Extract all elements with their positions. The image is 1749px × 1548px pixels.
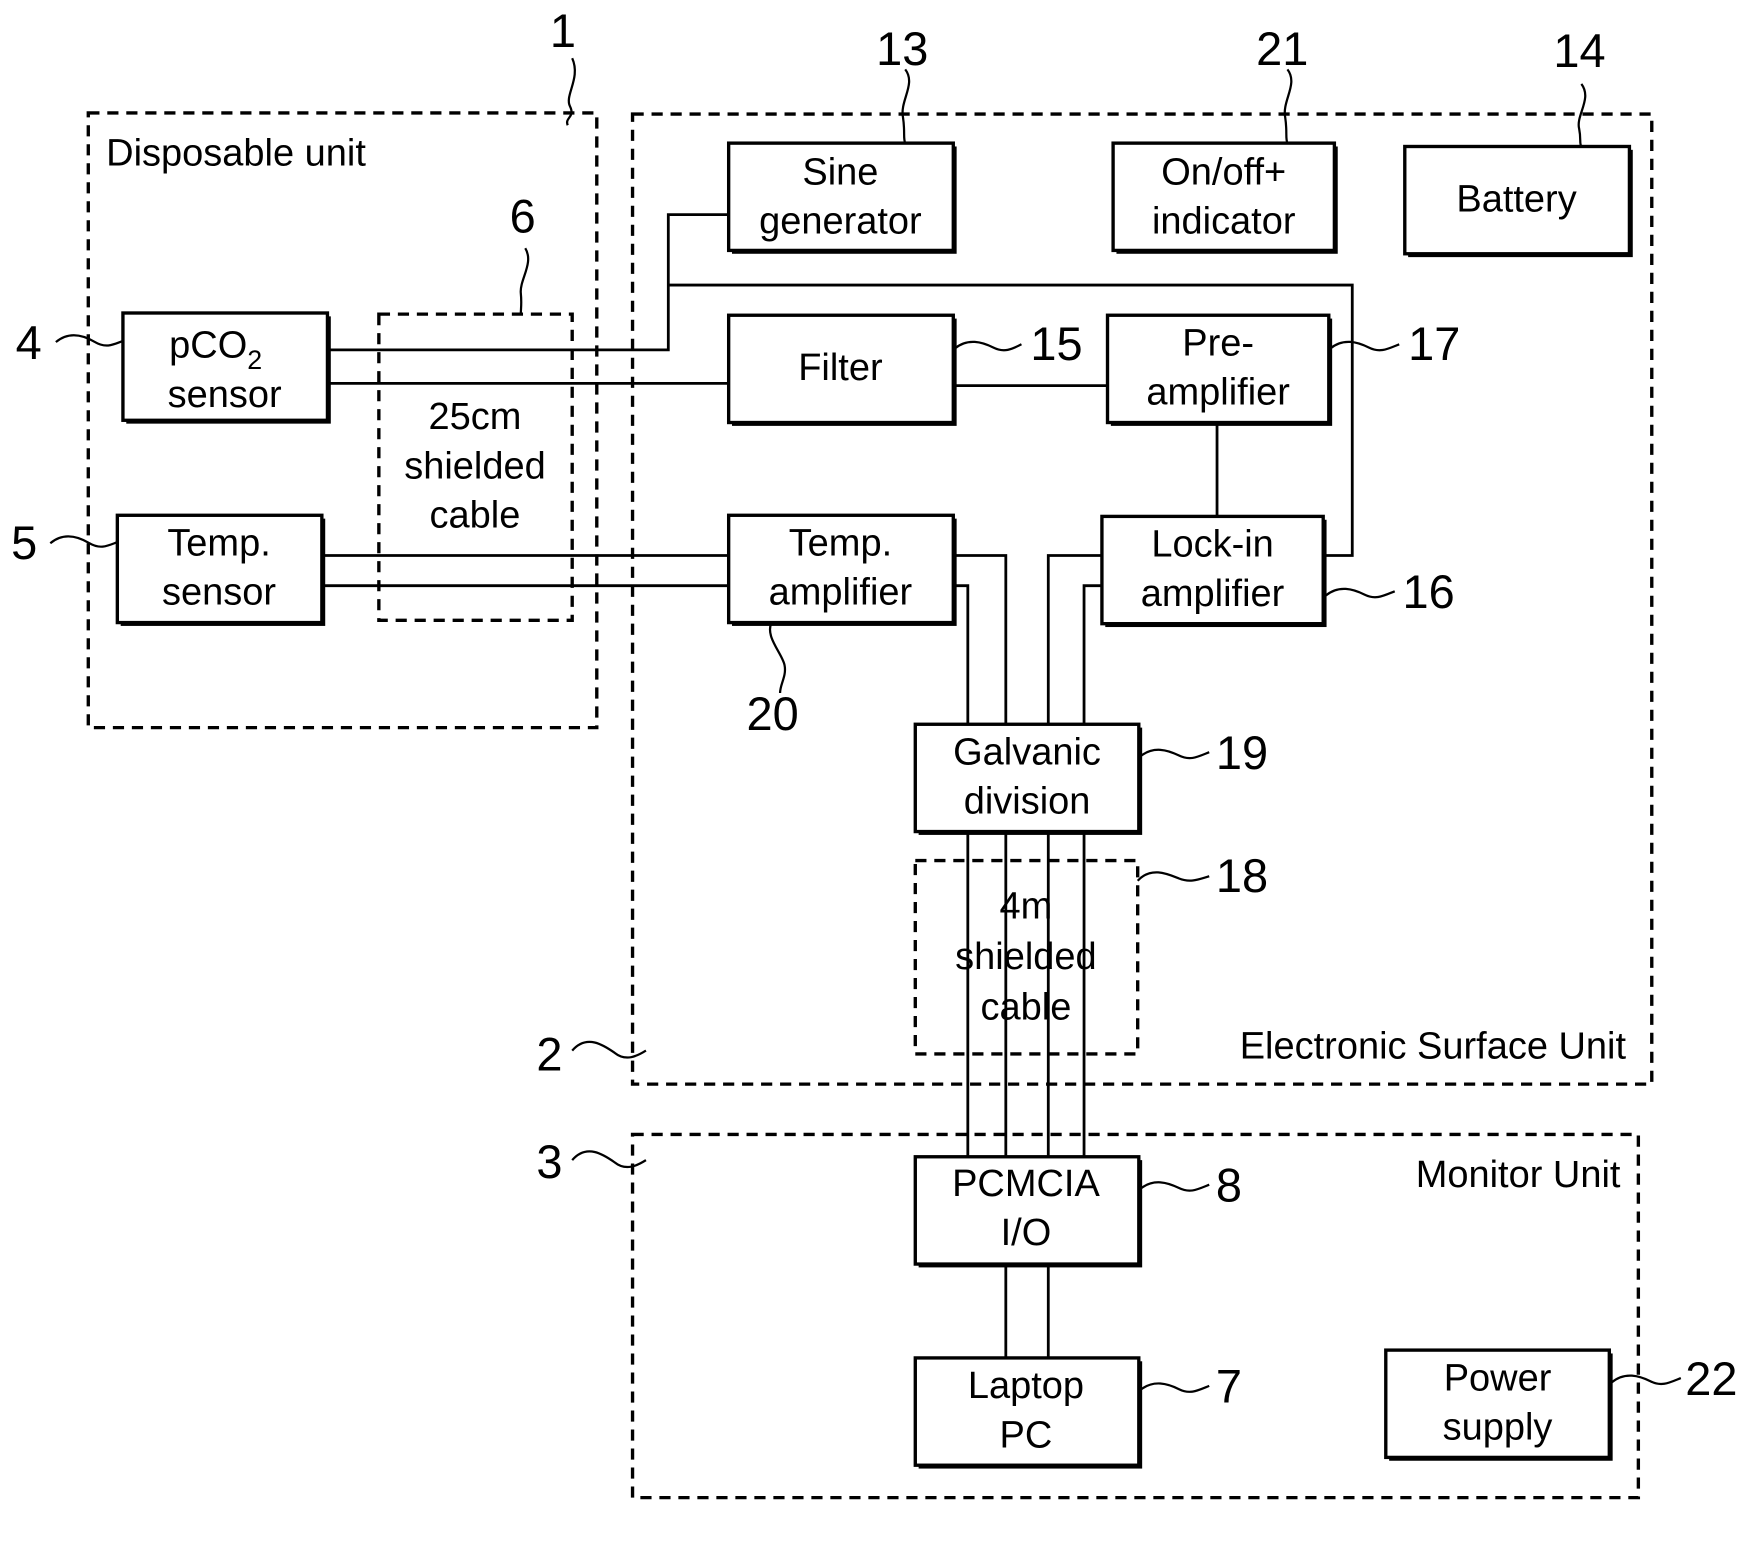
leader-6 <box>519 247 530 315</box>
leader-17 <box>1329 340 1400 352</box>
ref-14: 14 <box>1553 25 1605 77</box>
ref-7: 7 <box>1216 1361 1242 1413</box>
filter-line1: Filter <box>798 347 883 389</box>
ref-1: 1 <box>550 5 576 57</box>
disposable-unit-title: Disposable unit <box>106 132 366 174</box>
block-pcmcia-io: PCMCIA I/O 8 <box>913 1155 1242 1268</box>
power-supply-line2: supply <box>1443 1407 1553 1449</box>
leader-16 <box>1324 587 1396 599</box>
cable-25cm-line3: cable <box>430 495 521 537</box>
temp-amplifier-line1: Temp. <box>789 523 892 565</box>
block-onoff-indicator: On/off+ indicator 21 <box>1111 23 1338 254</box>
ref-8: 8 <box>1216 1159 1242 1211</box>
leader-3 <box>571 1150 647 1169</box>
ref-2: 2 <box>536 1029 562 1081</box>
wire-lockin-galv-1 <box>1046 554 1102 725</box>
ref-3: 3 <box>536 1136 562 1188</box>
block-lockin-amplifier: Lock-in amplifier 16 <box>1100 514 1455 628</box>
cable-25cm-line2: shielded <box>404 445 545 487</box>
preamplifier-line2: amplifier <box>1146 372 1290 414</box>
leader-2 <box>571 1040 647 1059</box>
laptop-pc-line2: PC <box>1000 1414 1053 1456</box>
ref-6: 6 <box>510 191 536 243</box>
onoff-indicator-line1: On/off+ <box>1161 151 1286 193</box>
leader-19 <box>1139 748 1210 760</box>
block-temp-amplifier: Temp. amplifier 20 <box>726 513 957 740</box>
leader-1 <box>565 57 576 126</box>
block-temp-sensor: Temp. sensor 5 <box>11 513 326 626</box>
leader-20 <box>768 623 787 694</box>
leader-21 <box>1283 68 1293 144</box>
block-galvanic-division: Galvanic division 19 <box>913 722 1268 835</box>
ref-21: 21 <box>1256 23 1308 75</box>
leader-22 <box>1610 1374 1682 1386</box>
ref-15: 15 <box>1030 318 1082 370</box>
monitor-unit-title: Monitor Unit <box>1416 1154 1621 1196</box>
ref-19: 19 <box>1216 727 1268 779</box>
galvanic-division-line2: division <box>964 781 1091 823</box>
temp-amplifier-line2: amplifier <box>769 572 913 614</box>
preamplifier-line1: Pre- <box>1182 322 1254 364</box>
ref-16: 16 <box>1403 566 1455 618</box>
leader-8 <box>1139 1181 1210 1192</box>
block-battery: Battery 14 <box>1403 25 1633 258</box>
ref-20: 20 <box>747 688 799 740</box>
pcmcia-io-line1: PCMCIA <box>952 1163 1100 1205</box>
block-diagram: Disposable unit 1 Electronic Surface Uni… <box>11 5 1738 1500</box>
lockin-amplifier-line2: amplifier <box>1141 573 1285 615</box>
leader-18 <box>1136 871 1210 882</box>
ref-17: 17 <box>1408 318 1460 370</box>
leader-5 <box>49 535 118 548</box>
ref-18: 18 <box>1216 850 1268 902</box>
temp-sensor-line2: sensor <box>162 572 276 614</box>
cable-4m-line1: 4m <box>1000 886 1053 928</box>
cable-4m-line2: shielded <box>955 936 1097 978</box>
surface-unit-title: Electronic Surface Unit <box>1240 1025 1627 1067</box>
sine-generator-line2: generator <box>759 201 922 243</box>
ref-13: 13 <box>876 23 928 75</box>
ref-5: 5 <box>11 517 37 569</box>
block-sine-generator: Sine generator 13 <box>726 23 957 254</box>
wire-lockin-galv-2 <box>1082 584 1102 725</box>
pcmcia-io-line2: I/O <box>1001 1212 1052 1254</box>
leader-13 <box>901 68 911 144</box>
battery-line1: Battery <box>1456 178 1576 220</box>
ref-4: 4 <box>16 317 42 369</box>
laptop-pc-line1: Laptop <box>968 1365 1084 1407</box>
wire-tempamp-galv-1 <box>954 554 1008 725</box>
leader-15 <box>953 340 1022 352</box>
galvanic-division-line1: Galvanic <box>953 732 1101 774</box>
block-power-supply: Power supply 22 <box>1384 1348 1738 1461</box>
block-pco2-sensor: pCO2 sensor 4 <box>16 311 331 424</box>
ref-22: 22 <box>1685 1353 1737 1405</box>
block-filter: Filter 15 <box>726 313 1083 426</box>
power-supply-line1: Power <box>1444 1357 1552 1399</box>
lockin-amplifier-line1: Lock-in <box>1151 524 1273 566</box>
temp-sensor-line1: Temp. <box>167 523 270 565</box>
block-preamplifier: Pre- amplifier 17 <box>1105 313 1460 426</box>
pco2-sensor-line2: sensor <box>168 374 282 416</box>
onoff-indicator-line2: indicator <box>1152 201 1296 243</box>
cable-4m-line3: cable <box>981 986 1072 1028</box>
block-laptop-pc: Laptop PC 7 <box>913 1356 1242 1469</box>
leader-7 <box>1139 1382 1210 1393</box>
sine-generator-line1: Sine <box>802 151 878 193</box>
cable-25cm-line1: 25cm <box>429 396 522 438</box>
